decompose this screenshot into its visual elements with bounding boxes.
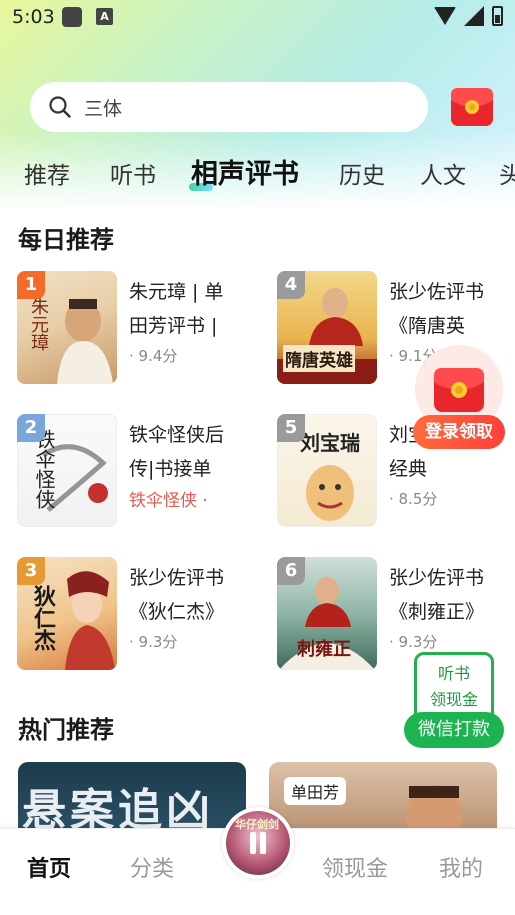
cover-title: 刘宝瑞 [300, 431, 360, 455]
rank-badge: 3 [17, 557, 45, 585]
tab-more[interactable]: 头 [499, 156, 515, 190]
tab-humanities[interactable]: 人文 [420, 156, 466, 190]
cover-title: 隋唐英雄 [283, 345, 355, 372]
status-bar: 5:03 A [0, 0, 515, 36]
wifi-icon [434, 7, 456, 25]
status-icons [434, 6, 503, 26]
red-packet-icon[interactable] [446, 84, 498, 130]
app-notification-icon [62, 7, 82, 27]
rank-badge: 6 [277, 557, 305, 585]
login-reward-float[interactable]: 登录领取 [413, 345, 505, 453]
wechat-cash-float[interactable]: 听书 领现金 微信打款 [404, 652, 504, 750]
category-tabs: 推荐 听书 相声评书 历史 人文 头 [24, 150, 515, 195]
nav-home[interactable]: 首页 [27, 851, 71, 883]
book-rating: · 9.3分 [129, 633, 178, 651]
cover-title: 狄仁杰 [30, 585, 56, 651]
search-input[interactable]: 三体 [30, 82, 428, 132]
daily-recommend-title: 每日推荐 [18, 226, 114, 254]
wechat-line-2: 领现金 [429, 690, 478, 709]
pause-icon[interactable] [248, 832, 268, 854]
status-time: 5:03 [12, 6, 55, 28]
nav-category[interactable]: 分类 [130, 851, 174, 883]
disc-text: 华仔剑剑 [235, 818, 279, 831]
search-icon [49, 96, 71, 118]
rank-badge: 2 [17, 414, 45, 442]
login-reward-button[interactable]: 登录领取 [413, 415, 505, 449]
book-title: 张少佐评书《隋唐英 [389, 281, 485, 337]
book-title: 张少佐评书《狄仁杰》 [129, 567, 225, 623]
book-rating: · 9.4分 [129, 347, 178, 365]
a-notification-icon: A [96, 8, 113, 25]
signal-icon [464, 6, 484, 26]
cover-title: 朱元璋 [28, 297, 49, 351]
book-item[interactable]: 铁伞怪侠 2 铁伞怪侠后传|书接单 铁伞怪侠 · [17, 414, 267, 532]
tab-crosstalk-storytelling[interactable]: 相声评书 [191, 152, 299, 191]
wechat-payout-button[interactable]: 微信打款 [404, 712, 504, 748]
book-item[interactable]: 狄仁杰 3 张少佐评书《狄仁杰》 · 9.3分 [17, 557, 267, 675]
red-packet-icon [434, 368, 484, 412]
wechat-line-1: 听书 [437, 664, 470, 683]
hot-recommend-title: 热门推荐 [18, 716, 114, 744]
search-query: 三体 [84, 97, 123, 120]
book-author: 铁伞怪侠 · [129, 491, 208, 511]
book-title: 铁伞怪侠后传|书接单 [129, 424, 225, 480]
rank-badge: 5 [277, 414, 305, 442]
mini-player[interactable]: 华仔剑剑 [222, 807, 294, 879]
tab-recommend[interactable]: 推荐 [24, 156, 70, 190]
rank-badge: 4 [277, 271, 305, 299]
battery-icon [492, 6, 503, 26]
tab-audiobook[interactable]: 听书 [110, 156, 156, 190]
book-rating: · 8.5分 [389, 490, 438, 508]
hot-card-tag: 单田芳 [284, 777, 347, 805]
rank-badge: 1 [17, 271, 45, 299]
tab-history[interactable]: 历史 [339, 156, 385, 190]
nav-mine[interactable]: 我的 [439, 851, 483, 883]
book-title: 张少佐评书《刺雍正》 [389, 567, 485, 623]
nav-cash[interactable]: 领现金 [322, 851, 388, 883]
book-title: 朱元璋 | 单田芳评书 | [129, 281, 224, 337]
book-rating: · 9.3分 [389, 633, 438, 651]
book-item[interactable]: 朱元璋 1 朱元璋 | 单田芳评书 | · 9.4分 [17, 271, 267, 389]
cover-title: 刺雍正 [297, 639, 351, 660]
